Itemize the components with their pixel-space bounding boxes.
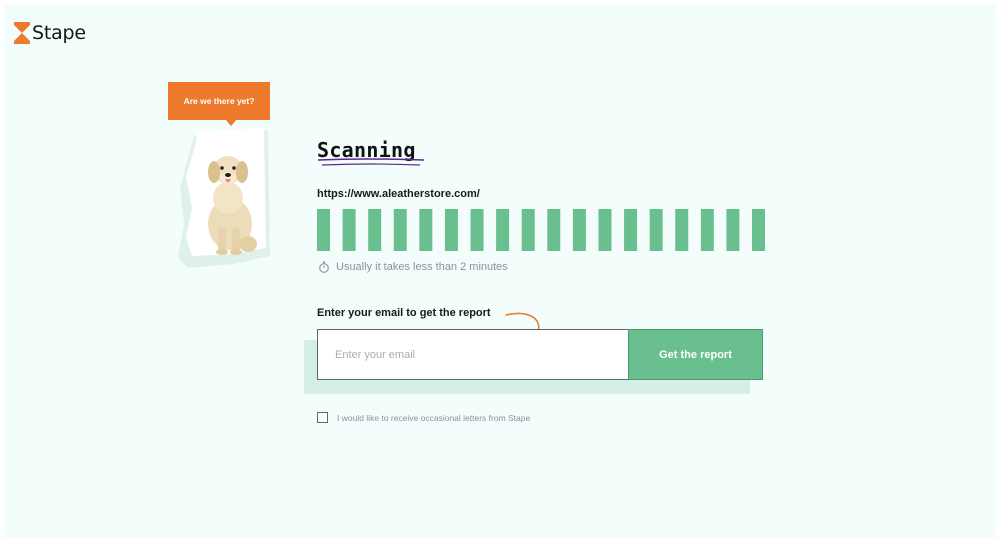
duration-hint: Usually it takes less than 2 minutes [318,261,508,273]
scan-progress-bar [317,209,765,251]
progress-segment [726,209,740,251]
email-form-label: Enter your email to get the report [317,307,491,319]
stape-logo-mark-icon [14,22,30,44]
progress-segment [624,209,638,251]
stopwatch-icon [319,261,329,273]
speech-bubble-tail [225,119,237,126]
progress-segment [598,209,612,251]
progress-segment [470,209,484,251]
duration-hint-text: Usually it takes less than 2 minutes [336,261,508,273]
progress-segment [393,209,407,251]
speech-bubble: Are we there yet? [168,82,270,120]
progress-segment [317,209,330,251]
progress-segment [419,209,433,251]
dog-icon [178,128,270,268]
scanned-url: https://www.aleatherstore.com/ [317,188,480,200]
progress-segment [752,209,765,251]
progress-segment [444,209,458,251]
progress-segment [496,209,510,251]
progress-segment [521,209,535,251]
newsletter-consent-text: I would like to receive occasional lette… [337,412,531,423]
speech-bubble-text: Are we there yet? [183,96,255,106]
stape-logo[interactable]: Stape [14,22,86,44]
progress-segment [547,209,561,251]
progress-segment [572,209,586,251]
brand-name: Stape [32,22,86,44]
page: Stape Are we there yet? Scanning https:/… [4,4,996,538]
newsletter-checkbox[interactable] [317,412,328,423]
progress-segment [649,209,663,251]
newsletter-consent[interactable]: I would like to receive occasional lette… [317,412,530,423]
progress-segment [700,209,714,251]
get-report-button[interactable]: Get the report [628,329,763,380]
dog-illustration: Are we there yet? [168,82,272,272]
email-input[interactable] [317,329,628,380]
progress-segment [342,209,356,251]
progress-segment [368,209,382,251]
title-underline-decoration [317,158,425,166]
progress-segment [675,209,689,251]
